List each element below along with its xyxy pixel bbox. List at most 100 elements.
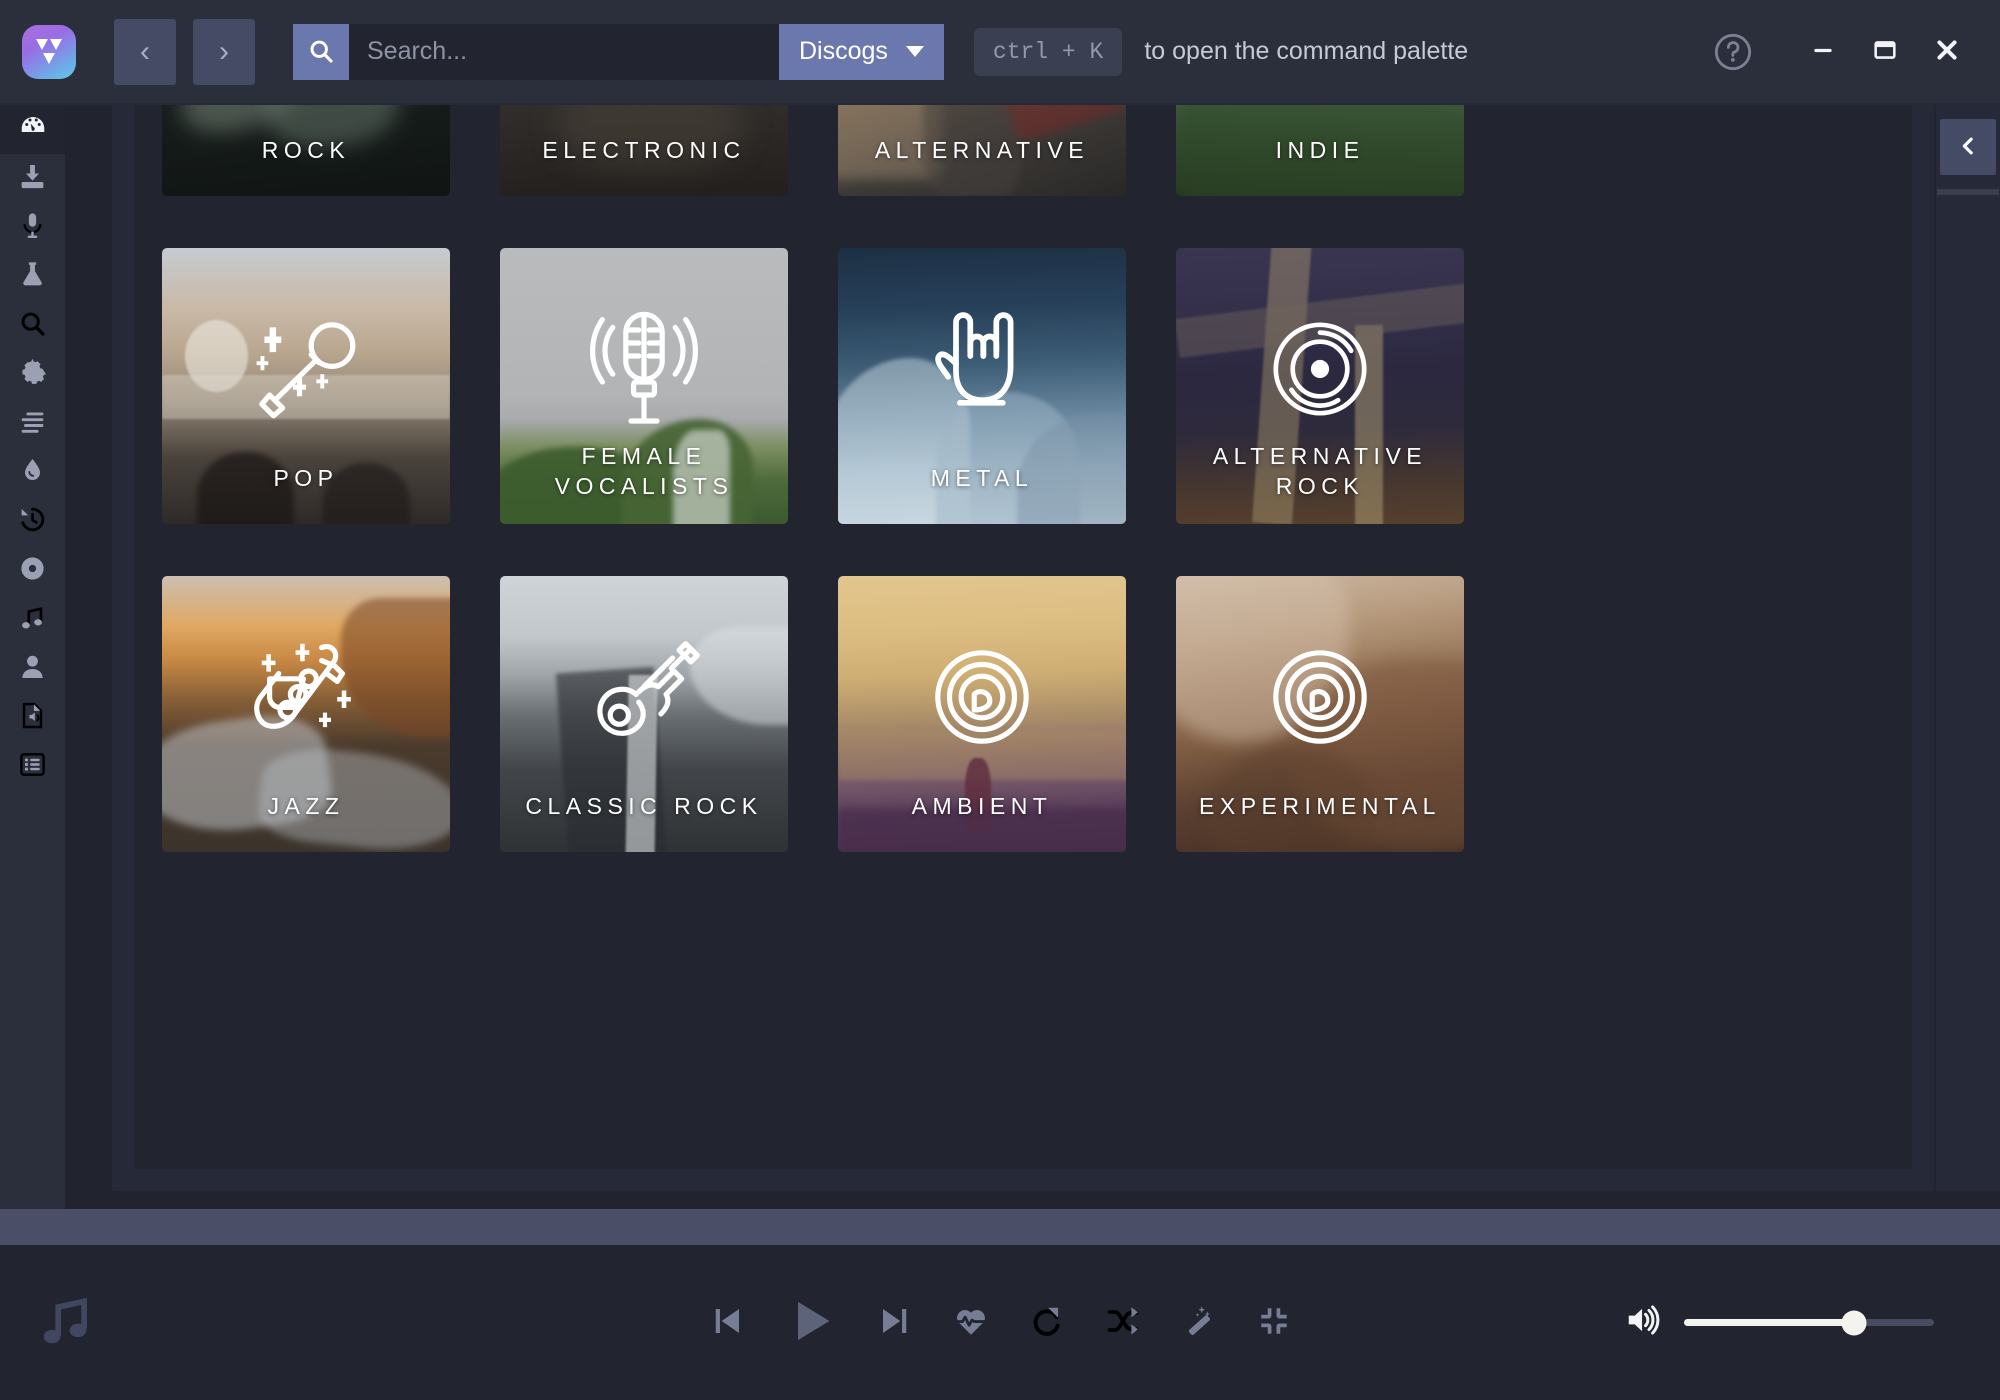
maximize-button[interactable] [1854, 19, 1916, 85]
app-body: Rock Electronic Alternative Indie Pop Female … [0, 105, 2000, 1209]
sidebar-item-dashboard[interactable] [0, 105, 65, 154]
nav-back-button[interactable]: ‹ [114, 18, 176, 85]
help-circle-icon[interactable] [1702, 19, 1764, 85]
volume-slider-knob[interactable] [1841, 1310, 1867, 1335]
genre-card[interactable]: Metal [838, 248, 1126, 524]
main-area: Rock Electronic Alternative Indie Pop Female … [65, 105, 2000, 1209]
sonar-record-icon [1255, 632, 1385, 762]
sidebar-item-tracks[interactable] [0, 595, 65, 644]
disc-icon [18, 554, 47, 588]
window-controls [1702, 19, 2000, 85]
transport-controls [709, 1295, 1291, 1350]
source-select[interactable]: Discogs [779, 23, 944, 80]
volume-slider[interactable] [1684, 1310, 1934, 1335]
guitar-outline-icon [579, 632, 709, 762]
search-bar [293, 23, 779, 80]
content-panel: Rock Electronic Alternative Indie Pop Female … [112, 105, 1934, 1191]
genre-card-label: Classic Rock [525, 793, 763, 820]
previous-track-button[interactable] [709, 1303, 745, 1342]
microphone-sparkle-icon [241, 304, 371, 434]
drum-machine-icon [579, 105, 709, 106]
genre-card[interactable]: Experimental [1176, 576, 1464, 852]
volume-high-icon[interactable] [1624, 1301, 1662, 1344]
playback-progress-bar[interactable] [0, 1209, 2000, 1245]
app-logo-icon [22, 24, 76, 79]
genre-card-label: Alternative [874, 137, 1090, 164]
genre-card-label: Pop [273, 465, 339, 492]
chevron-left-icon: ‹ [140, 34, 150, 68]
genre-card-label: Electronic [542, 137, 746, 164]
sidebar-item-search[interactable] [0, 301, 65, 350]
microphone-icon [18, 211, 47, 245]
download-icon [18, 162, 47, 196]
sidebar-item-artists[interactable] [0, 644, 65, 693]
vinyl-record-icon [1255, 304, 1385, 434]
minimize-button[interactable] [1792, 19, 1854, 85]
sidebar-item-lab[interactable] [0, 252, 65, 301]
history-icon [18, 505, 47, 539]
gauge-icon [18, 112, 48, 147]
search-input[interactable] [349, 23, 779, 80]
genre-card[interactable]: Ambient [838, 576, 1126, 852]
search-icon[interactable] [293, 23, 349, 80]
rock-hand-icon [917, 304, 1047, 434]
pulse-button[interactable] [953, 1303, 989, 1342]
genre-card[interactable]: Classic Rock [500, 576, 788, 852]
genre-scroll-area[interactable]: Rock Electronic Alternative Indie Pop Female … [134, 105, 1912, 1169]
sidebar-item-history[interactable] [0, 497, 65, 546]
command-palette-shortcut: ctrl + K [973, 27, 1123, 76]
close-button[interactable] [1916, 19, 1978, 85]
player-bar [0, 1245, 2000, 1400]
genre-card[interactable]: Pop [162, 248, 450, 524]
saxophone-icon [241, 632, 371, 762]
genre-card[interactable]: Indie [1176, 105, 1464, 196]
audio-file-icon [18, 701, 47, 735]
genre-card-label: Indie [1275, 137, 1365, 164]
music-note-icon [18, 603, 47, 637]
sidebar-item-recorder[interactable] [0, 203, 65, 252]
next-track-button[interactable] [877, 1303, 913, 1342]
play-button[interactable] [785, 1295, 837, 1350]
genre-card-label: Ambient [911, 793, 1053, 820]
electric-guitar-icon [241, 105, 371, 106]
command-palette-hint-text: to open the command palette [1144, 37, 1469, 65]
chevron-right-icon: › [219, 34, 229, 68]
sidebar [0, 105, 65, 1209]
droplet-icon [18, 456, 47, 490]
genre-card[interactable]: Alternative [838, 105, 1126, 196]
heart-pulse-icon [953, 1303, 989, 1342]
genre-card[interactable]: Electronic [500, 105, 788, 196]
shuffle-button[interactable] [1105, 1303, 1141, 1342]
panel-toggle-button[interactable] [1940, 119, 1996, 175]
repeat-button[interactable] [1029, 1303, 1065, 1342]
nav-forward-button[interactable]: › [193, 18, 255, 85]
sidebar-item-albums[interactable] [0, 546, 65, 595]
sidebar-item-files[interactable] [0, 693, 65, 742]
sonar-record-icon [917, 632, 1047, 762]
sidebar-item-settings[interactable] [0, 350, 65, 399]
chevron-down-icon [905, 46, 924, 57]
volume-control [1624, 1301, 1934, 1344]
genre-card[interactable]: Rock [162, 105, 450, 196]
skip-back-icon [709, 1303, 745, 1342]
collapse-icon [1257, 1304, 1291, 1341]
magic-button[interactable] [1181, 1303, 1217, 1342]
repeat-icon [1029, 1303, 1065, 1342]
genre-card-label: Rock [261, 137, 351, 164]
sidebar-item-playlists[interactable] [0, 742, 65, 791]
minimize-icon [1810, 37, 1836, 66]
genre-card[interactable]: Jazz [162, 576, 450, 852]
collapse-button[interactable] [1257, 1304, 1291, 1341]
sidebar-item-fluid[interactable] [0, 448, 65, 497]
genre-card-label: Alternative Rock [1212, 443, 1428, 500]
sidebar-item-downloads[interactable] [0, 154, 65, 203]
playlist-icon [18, 750, 47, 784]
genre-card[interactable]: Alternative Rock [1176, 248, 1464, 524]
genre-card-label: Experimental [1199, 793, 1441, 820]
genre-card[interactable]: Female Vocalists [500, 248, 788, 524]
rail-divider [1937, 189, 1999, 195]
title-bar: ‹ › Discogs ctrl + K to open the command… [0, 0, 2000, 105]
sidebar-item-queue[interactable] [0, 399, 65, 448]
flask-icon [18, 260, 47, 294]
music-note-icon [35, 1289, 97, 1356]
